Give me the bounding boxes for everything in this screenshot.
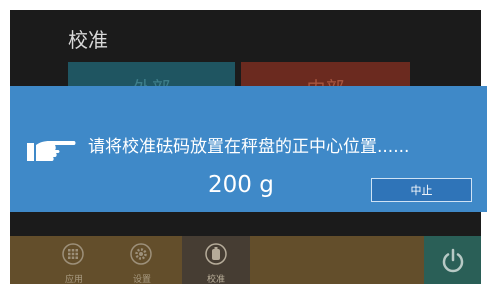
power-icon xyxy=(442,248,464,273)
calibration-weight-value: 200 g xyxy=(208,172,274,198)
bottom-item-settings[interactable]: 设置 xyxy=(116,236,168,284)
bottom-item-label: 应用 xyxy=(64,275,83,284)
page-title: 校准 xyxy=(68,28,108,52)
grid-icon xyxy=(62,243,84,265)
bottom-item-label: 校准 xyxy=(206,275,225,284)
abort-button[interactable]: 中止 xyxy=(371,178,472,202)
calibration-weight-icon xyxy=(205,243,227,265)
power-button[interactable] xyxy=(424,236,481,284)
bottom-item-calibration[interactable]: 校准 xyxy=(182,236,250,284)
instruction-message: 请将校准砝码放置在秤盘的正中心位置...... xyxy=(88,137,410,157)
gear-icon xyxy=(130,243,152,265)
bottom-bar: 应用 设置 校准 xyxy=(10,236,481,284)
bottom-item-label: 设置 xyxy=(132,275,151,284)
bottom-item-apps[interactable]: 应用 xyxy=(48,236,100,284)
calibration-dialog: 请将校准砝码放置在秤盘的正中心位置...... 200 g 中止 xyxy=(10,86,487,212)
pointing-hand-icon xyxy=(27,141,76,161)
